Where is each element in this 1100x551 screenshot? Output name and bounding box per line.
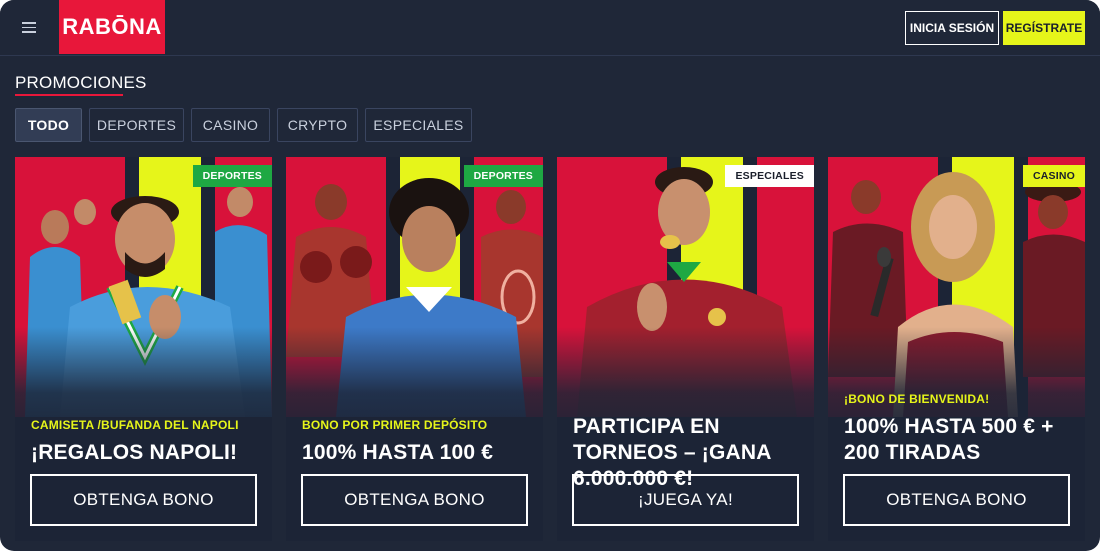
rabona-logo[interactable]: RABŌNA	[59, 0, 165, 54]
category-badge: ESPECIALES	[725, 165, 814, 187]
tab-todo[interactable]: TODO	[15, 108, 82, 142]
category-badge: CASINO	[1022, 165, 1085, 187]
tab-deportes[interactable]: DEPORTES	[89, 108, 184, 142]
tab-especiales[interactable]: ESPECIALES	[365, 108, 472, 142]
promo-filter-tabs: TODO DEPORTES CASINO CRYPTO ESPECIALES	[15, 108, 472, 142]
promo-card-first-deposit[interactable]: DEPORTES BONO POR PRIMER DEPÓSITO 100% H…	[286, 157, 543, 541]
login-button[interactable]: INICIA SESIÓN	[905, 11, 999, 45]
card-subtitle: ¡BONO DE BIENVENIDA!	[844, 392, 990, 406]
page-frame: RABŌNA INICIA SESIÓN REGÍSTRATE PROMOCIO…	[0, 0, 1100, 551]
get-bonus-button[interactable]: OBTENGA BONO	[843, 474, 1070, 526]
title-underline	[15, 94, 123, 96]
card-subtitle: BONO POR PRIMER DEPÓSITO	[302, 418, 488, 432]
get-bonus-button[interactable]: OBTENGA BONO	[30, 474, 257, 526]
tab-casino[interactable]: CASINO	[191, 108, 270, 142]
play-now-button[interactable]: ¡JUEGA YA!	[572, 474, 799, 526]
category-badge: DEPORTES	[463, 165, 543, 187]
card-headline: 100% HASTA 500 € + 200 TIRADAS	[844, 415, 1054, 464]
get-bonus-button[interactable]: OBTENGA BONO	[301, 474, 528, 526]
top-header: RABŌNA INICIA SESIÓN REGÍSTRATE	[0, 0, 1100, 56]
promo-card-welcome-bonus[interactable]: CASINO ¡BONO DE BIENVENIDA! 100% HASTA 5…	[828, 157, 1085, 541]
card-headline: 100% HASTA 100 €	[302, 441, 494, 464]
card-headline: ¡REGALOS NAPOLI!	[31, 441, 238, 464]
hamburger-menu-icon[interactable]	[22, 20, 42, 36]
card-subtitle: CAMISETA /BUFANDA DEL NAPOLI	[31, 418, 239, 432]
register-button[interactable]: REGÍSTRATE	[1003, 11, 1085, 45]
promo-card-napoli[interactable]: DEPORTES CAMISETA /BUFANDA DEL NAPOLI ¡R…	[15, 157, 272, 541]
tab-crypto[interactable]: CRYPTO	[277, 108, 358, 142]
category-badge: DEPORTES	[192, 165, 272, 187]
page-title: PROMOCIONES	[15, 73, 147, 92]
promo-card-tournaments[interactable]: ESPECIALES PARTICIPA EN TORNEOS – ¡GANA …	[557, 157, 814, 541]
